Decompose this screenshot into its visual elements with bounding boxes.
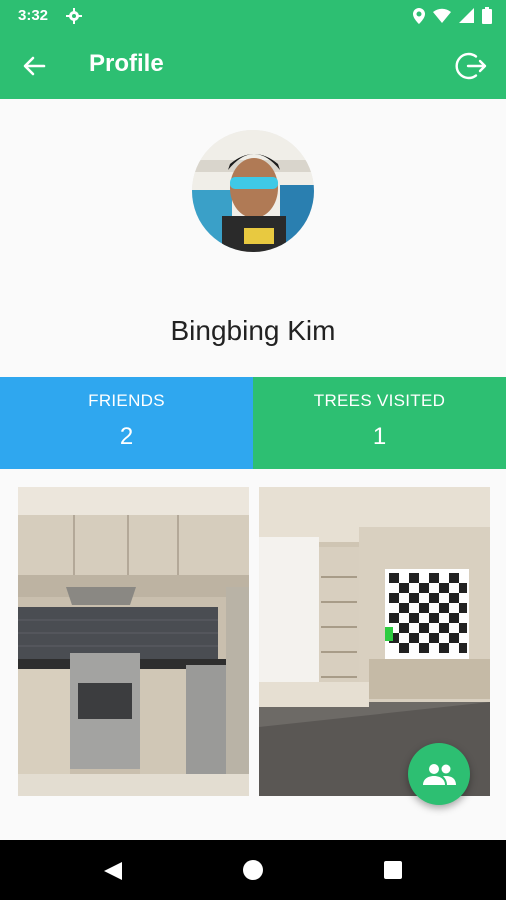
trees-visited-count: 1 bbox=[372, 423, 387, 450]
stats-bar: FRIENDS 2 TREES VISITED 1 bbox=[0, 377, 506, 469]
arrow-back-icon bbox=[23, 56, 46, 76]
trees-visited-label: TREES VISITED bbox=[313, 391, 446, 410]
profile-name: Bingbing Kim bbox=[170, 315, 336, 346]
avatar[interactable] bbox=[192, 130, 314, 252]
signal-icon bbox=[459, 8, 474, 27]
wifi-icon bbox=[433, 8, 451, 27]
back-button[interactable] bbox=[20, 52, 48, 80]
photo-kitchen[interactable] bbox=[18, 487, 249, 796]
friends-stat[interactable]: FRIENDS 2 bbox=[0, 377, 253, 469]
nav-back-button[interactable] bbox=[104, 862, 122, 885]
nav-recents-button[interactable] bbox=[384, 861, 402, 879]
status-bar: 3:32 bbox=[0, 0, 506, 32]
nav-home-button[interactable] bbox=[243, 860, 263, 880]
app-bar: Profile bbox=[0, 32, 506, 99]
people-icon bbox=[423, 764, 456, 785]
status-icons bbox=[413, 7, 492, 28]
kitchen-image bbox=[18, 487, 249, 796]
battery-icon bbox=[482, 7, 492, 28]
settings-gear-icon bbox=[66, 8, 82, 28]
logout-icon bbox=[455, 52, 487, 80]
location-icon bbox=[413, 7, 425, 28]
system-nav-bar bbox=[0, 840, 506, 900]
avatar-photo bbox=[192, 130, 314, 252]
nav-back-icon bbox=[104, 862, 122, 880]
friends-label: FRIENDS bbox=[88, 391, 165, 410]
logout-button[interactable] bbox=[454, 49, 488, 83]
page-title: Profile bbox=[89, 50, 164, 77]
trees-visited-stat[interactable]: TREES VISITED 1 bbox=[253, 377, 506, 469]
friends-fab-button[interactable] bbox=[408, 743, 470, 805]
status-time: 3:32 bbox=[18, 7, 49, 24]
friends-count: 2 bbox=[119, 423, 134, 450]
